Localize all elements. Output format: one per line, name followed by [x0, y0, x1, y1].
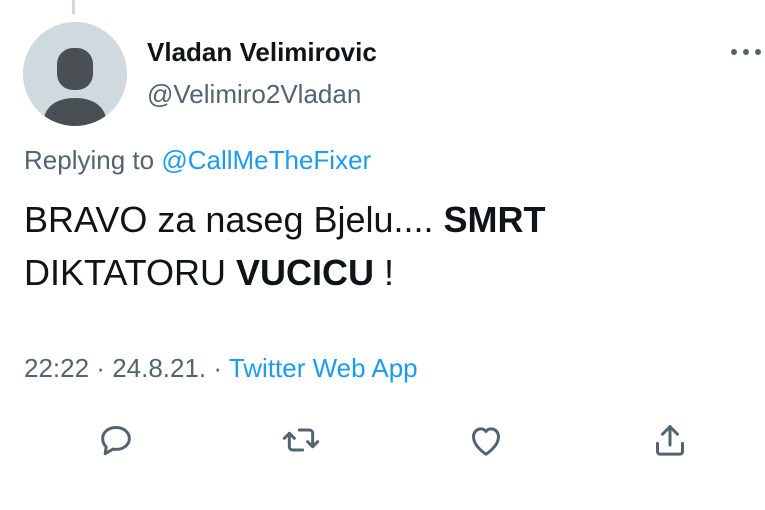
avatar[interactable] — [23, 22, 127, 126]
thread-connector-line — [72, 0, 75, 14]
tweet-date[interactable]: 24.8.21. — [112, 353, 206, 383]
meta-separator: · — [89, 353, 113, 383]
tweet-text-bold-segment: SMRT — [443, 199, 546, 240]
tweet-text-segment: ! — [374, 252, 395, 293]
reply-icon[interactable] — [96, 420, 136, 460]
tweet-meta: 22:22 · 24.8.21. · Twitter Web App — [24, 353, 418, 384]
replying-to-label: Replying to — [24, 145, 162, 175]
author-display-name[interactable]: Vladan Velimirovic — [147, 37, 377, 68]
tweet-source-link[interactable]: Twitter Web App — [229, 353, 418, 383]
tweet-time[interactable]: 22:22 — [24, 353, 89, 383]
default-profile-icon — [23, 22, 127, 126]
tweet-text-segment: BRAVO za naseg Bjelu.... — [24, 199, 444, 240]
like-icon[interactable] — [466, 420, 506, 460]
tweet-text-segment: DIKTATORU — [24, 252, 237, 293]
tweet-text: BRAVO za naseg Bjelu.... SMRT DIKTATORU V… — [24, 193, 744, 299]
author-handle[interactable]: @Velimiro2Vladan — [147, 79, 361, 110]
more-horizontal-icon[interactable] — [729, 45, 763, 59]
retweet-icon[interactable] — [281, 420, 321, 460]
tweet[interactable]: Vladan Velimirovic @Velimiro2Vladan Repl… — [0, 0, 765, 510]
tweet-text-bold-segment: VUCICU — [236, 252, 375, 293]
share-icon[interactable] — [650, 420, 690, 460]
reply-mention-link[interactable]: @CallMeTheFixer — [161, 145, 371, 175]
meta-separator: · — [206, 353, 229, 383]
replying-to-line: Replying to @CallMeTheFixer — [24, 145, 371, 176]
